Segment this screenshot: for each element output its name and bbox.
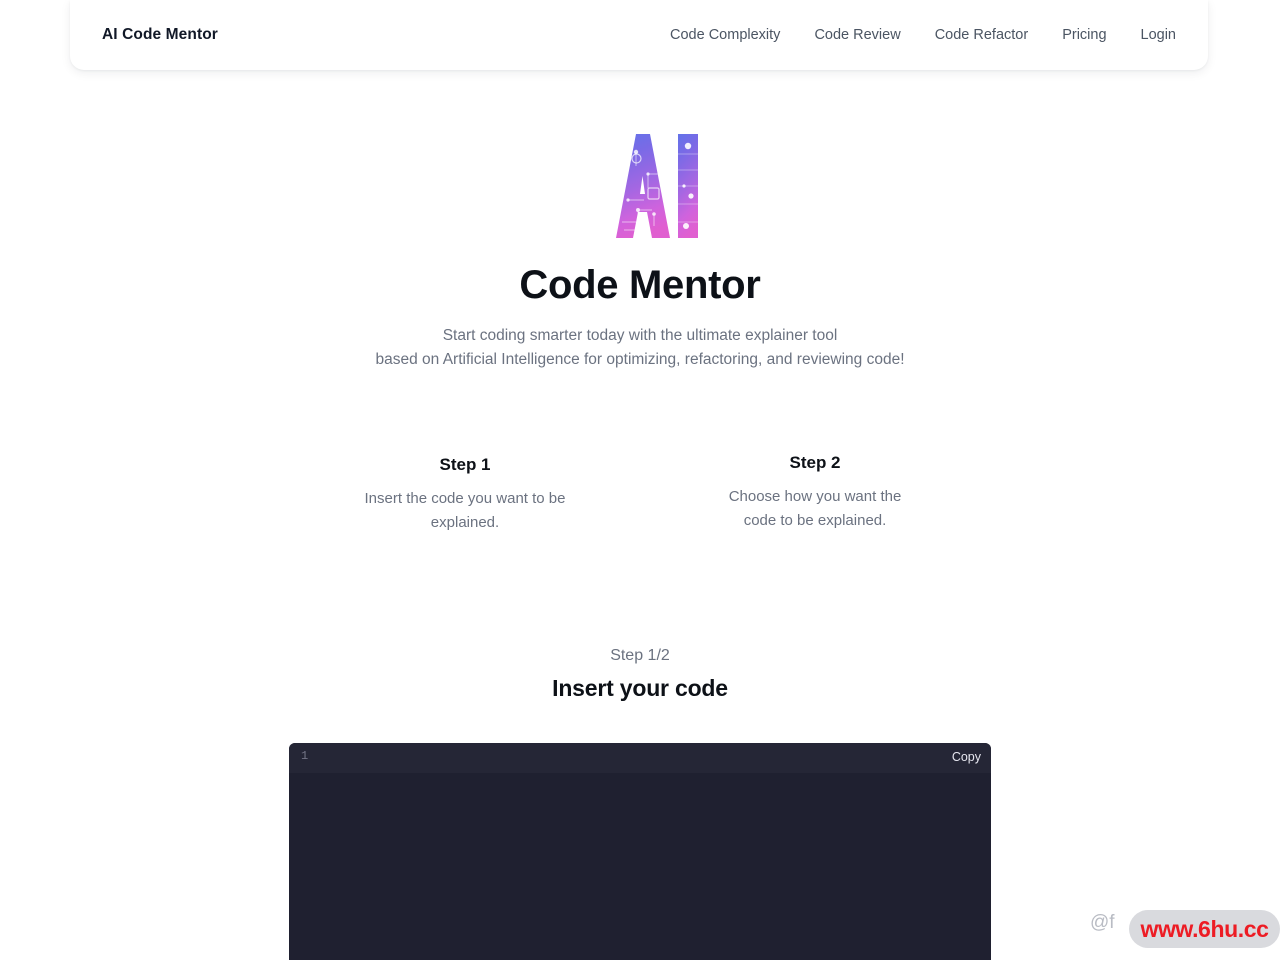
nav-login[interactable]: Login [1141,27,1176,43]
code-input[interactable] [319,773,991,960]
brand-logo-text[interactable]: AI Code Mentor [102,26,218,44]
code-editor-gutter [289,773,319,960]
step-2-description: Choose how you want the code to be expla… [685,485,945,533]
hero-subtitle-line-2: based on Artificial Intelligence for opt… [375,351,905,368]
step-card-1: Step 1 Insert the code you want to be ex… [335,455,595,535]
nav-code-review[interactable]: Code Review [814,27,900,43]
watermark-handle: @f [1090,912,1115,933]
step-1-desc-line-1: Insert the code you want to be [364,490,566,507]
copy-button[interactable]: Copy [948,748,985,766]
step-2-title: Step 2 [789,453,841,472]
hero-subtitle: Start coding smarter today with the ulti… [0,324,1280,372]
code-editor[interactable]: 1 Copy [289,743,991,960]
watermark-badge-text: www.6hu.cc [1140,915,1269,942]
hero-section: Code Mentor Start coding smarter today w… [0,70,1280,372]
step-2-desc-line-2: code to be explained. [743,512,887,529]
code-input-section: Step 1/2 Insert your code 1 Copy [0,645,1280,960]
step-counter: Step 1/2 [610,647,670,664]
ai-circuit-logo-icon [616,134,698,238]
site-header: AI Code Mentor Code Complexity Code Revi… [70,0,1208,70]
hero-subtitle-line-1: Start coding smarter today with the ulti… [442,327,838,344]
nav-code-refactor[interactable]: Code Refactor [935,27,1029,43]
section-heading: Insert your code [552,675,728,701]
code-editor-body [289,773,991,960]
hero-logo [0,122,1280,242]
step-2-desc-line-1: Choose how you want the [728,488,902,505]
line-number-1: 1 [301,749,309,763]
step-1-title: Step 1 [439,455,491,474]
step-1-description: Insert the code you want to be explained… [335,487,595,535]
code-editor-toolbar: 1 Copy [289,743,991,773]
steps-section: Step 1 Insert the code you want to be ex… [0,453,1280,535]
nav-code-complexity[interactable]: Code Complexity [670,27,780,43]
step-card-2: Step 2 Choose how you want the code to b… [685,453,945,533]
watermark-badge: www.6hu.cc [1129,910,1280,948]
step-1-desc-line-2: explained. [430,514,500,531]
main-navigation: Code Complexity Code Review Code Refacto… [670,27,1176,43]
page-title: Code Mentor [519,263,761,307]
nav-pricing[interactable]: Pricing [1062,27,1106,43]
